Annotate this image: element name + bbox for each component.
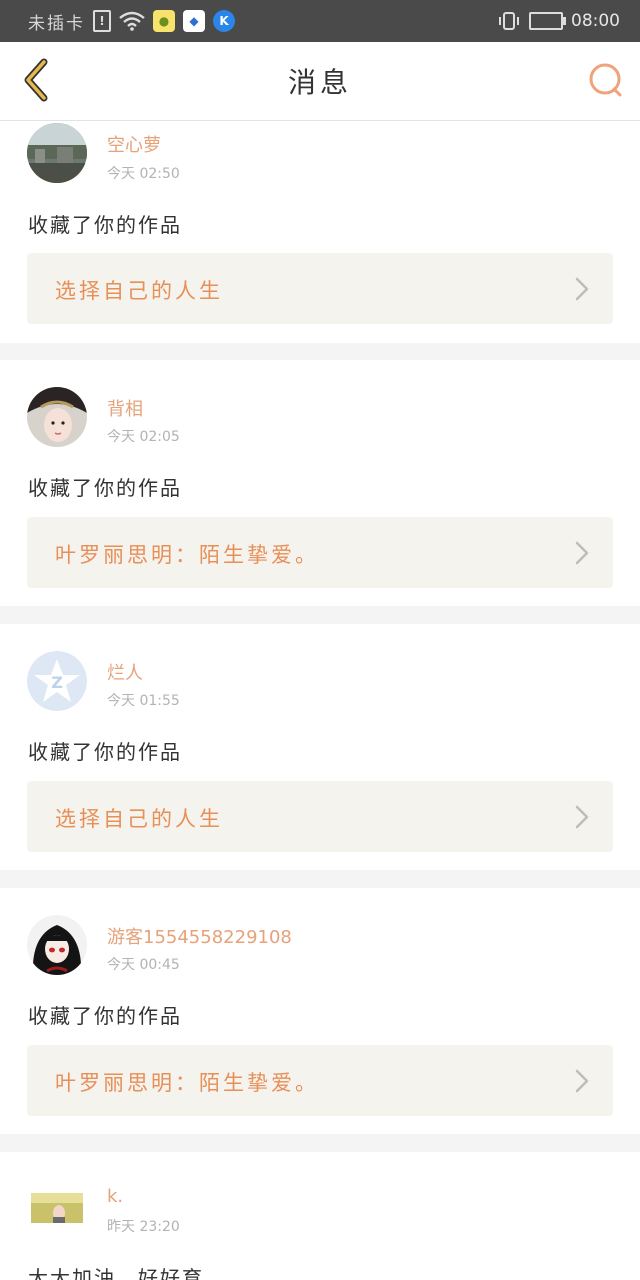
timestamp: 今天 01:55 [107, 693, 180, 709]
timestamp: 今天 00:45 [107, 957, 180, 973]
top-nav-bar: 消息 [0, 42, 640, 121]
work-title: 选择自己的人生 [55, 807, 223, 831]
status-bar: 未插卡 ! ● ◆ K 08:00 [0, 0, 640, 42]
chevron-right-icon [575, 805, 589, 829]
action-text: 收藏了你的作品 [28, 213, 182, 237]
work-link[interactable]: 选择自己的人生 [27, 253, 613, 324]
avatar[interactable] [31, 1179, 83, 1239]
wifi-icon [119, 11, 145, 31]
status-bar-left: 未插卡 ! ● ◆ K [28, 9, 235, 34]
chevron-right-icon [575, 541, 589, 565]
message-card: k. 昨天 23:20 大大加油，好好育 [0, 1152, 640, 1280]
avatar[interactable] [27, 123, 87, 183]
status-bar-right: 08:00 [497, 11, 620, 31]
chevron-left-icon [24, 58, 48, 102]
avatar[interactable]: Z [27, 651, 87, 711]
username[interactable]: 游客1554558229108 [107, 923, 292, 949]
action-text: 收藏了你的作品 [28, 476, 182, 500]
message-card: Z 烂人 今天 01:55 收藏了你的作品 选择自己的人生 [0, 624, 640, 870]
chevron-right-icon [575, 277, 589, 301]
message-card: 空心萝 今天 02:50 收藏了你的作品 选择自己的人生 [0, 121, 640, 343]
message-card: 游客1554558229108 今天 00:45 收藏了你的作品 叶罗丽思明：陌… [0, 888, 640, 1134]
timestamp: 今天 02:50 [107, 166, 180, 182]
chevron-right-icon [575, 1069, 589, 1093]
page-title: 消息 [287, 66, 352, 99]
search-button[interactable] [586, 60, 626, 100]
timestamp: 昨天 23:20 [107, 1219, 180, 1235]
carrier-label: 未插卡 [28, 13, 85, 34]
work-title: 叶罗丽思明：陌生挚爱。 [55, 1071, 319, 1095]
work-link[interactable]: 选择自己的人生 [27, 781, 613, 852]
chat-app-icon: ● [153, 10, 175, 32]
sim-alert-icon: ! [93, 10, 111, 32]
message-list: 空心萝 今天 02:50 收藏了你的作品 选择自己的人生 背相 今天 02:05… [0, 121, 640, 1280]
username[interactable]: 空心萝 [107, 131, 161, 157]
k-app-icon: K [213, 10, 235, 32]
vibrate-icon [497, 11, 521, 31]
work-title: 选择自己的人生 [55, 279, 223, 303]
work-title: 叶罗丽思明：陌生挚爱。 [55, 543, 319, 567]
username[interactable]: k. [107, 1186, 123, 1207]
baidu-app-icon: ◆ [183, 10, 205, 32]
clock: 08:00 [571, 11, 620, 31]
action-text: 大大加油，好好育 [28, 1266, 204, 1280]
battery-charging-icon [529, 12, 566, 30]
search-icon [589, 63, 622, 97]
message-card: 背相 今天 02:05 收藏了你的作品 叶罗丽思明：陌生挚爱。 [0, 360, 640, 606]
back-button[interactable] [14, 56, 58, 104]
username[interactable]: 烂人 [107, 659, 143, 685]
username[interactable]: 背相 [107, 395, 143, 421]
action-text: 收藏了你的作品 [28, 740, 182, 764]
avatar[interactable] [27, 915, 87, 975]
timestamp: 今天 02:05 [107, 429, 180, 445]
work-link[interactable]: 叶罗丽思明：陌生挚爱。 [27, 517, 613, 588]
work-link[interactable]: 叶罗丽思明：陌生挚爱。 [27, 1045, 613, 1116]
svg-text:Z: Z [51, 673, 63, 692]
avatar[interactable] [27, 387, 87, 447]
action-text: 收藏了你的作品 [28, 1004, 182, 1028]
